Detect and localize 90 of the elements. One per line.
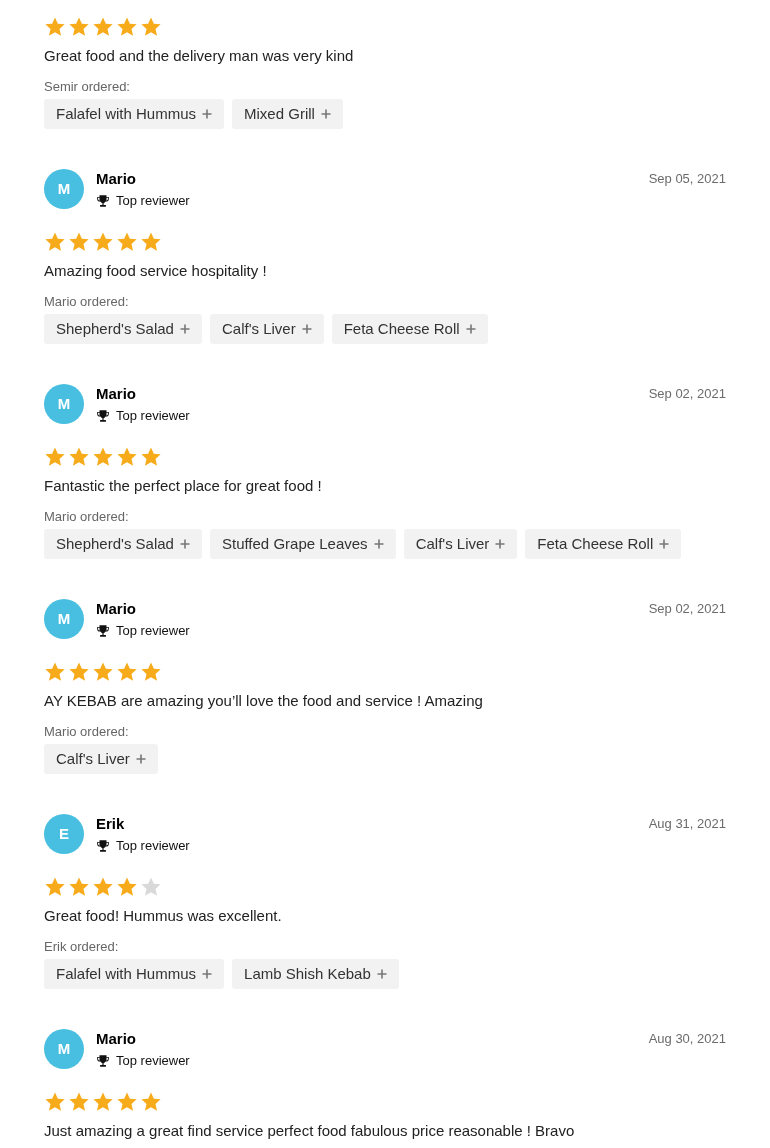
ordered-label: Mario ordered: [44,294,130,310]
plus-icon [301,324,312,334]
reviewer-name: Erik [96,814,126,834]
star-icon [68,16,90,38]
ordered-item-chip[interactable]: Calf's Liver [44,744,158,774]
ordered-item-chip[interactable]: Shepherd's Salad [44,529,202,559]
star-icon [44,16,66,38]
review-date: Aug 30, 2021 [648,1030,726,1048]
review-date: Sep 05, 2021 [648,170,726,188]
review-text: Amazing food service hospitality ! [44,261,268,281]
review-date: Aug 31, 2021 [648,815,726,833]
ordered-label: Mario ordered: [44,724,130,740]
star-icon [68,661,90,683]
star-icon [116,661,138,683]
plus-icon [659,539,670,549]
star-icon [68,446,90,468]
star-icon [44,446,66,468]
plus-icon [135,754,146,764]
ordered-item-chip[interactable]: Falafel with Hummus [44,959,225,989]
ordered-item-chip[interactable]: Calf's Liver [209,314,324,344]
star-icon [92,231,114,253]
star-icon [140,661,162,683]
reviewer-status-label: Top reviewer [116,1053,190,1069]
plus-icon [320,109,331,119]
plus-icon [495,539,506,549]
review-text: Fantastic the perfect place for great food ! [44,476,323,496]
trophy-icon [96,839,110,853]
plus-icon [202,969,213,979]
plus-icon [373,539,384,549]
star-icon [44,876,66,898]
reviewer-status-label: Top reviewer [116,193,190,209]
ordered-item-chip[interactable]: Calf's Liver [403,529,518,559]
star-icon [116,876,138,898]
star-icon [140,446,162,468]
star-icon [140,1091,162,1113]
ordered-item-chip[interactable]: Feta Cheese Roll [525,529,682,559]
plus-icon [179,539,190,549]
avatar: M [44,384,84,424]
trophy-icon [96,1054,110,1068]
reviewer-status-label: Top reviewer [116,408,190,424]
star-icon [92,876,114,898]
avatar: M [44,1029,84,1069]
star-icon [68,876,90,898]
star-icon [44,231,66,253]
plus-icon [179,324,190,334]
ordered-item-chip[interactable]: Lamb Shish Kebab [232,959,399,989]
ordered-label: Semir ordered: [44,79,131,95]
star-icon [140,876,162,898]
avatar: E [44,814,84,854]
review-text: Great food and the delivery man was very kind [44,46,355,66]
ordered-item-chip[interactable]: Falafel with Hummus [44,99,225,129]
star-icon [140,16,162,38]
trophy-icon [96,624,110,638]
reviewer-name: Mario [96,169,137,189]
ordered-item-chip[interactable]: Mixed Grill [232,99,343,129]
review-date: Sep 02, 2021 [648,385,726,403]
trophy-icon [96,194,110,208]
plus-icon [465,324,476,334]
star-icon [92,16,114,38]
plus-icon [202,109,213,119]
star-icon [116,16,138,38]
avatar: M [44,169,84,209]
reviewer-name: Mario [96,384,137,404]
star-icon [44,1091,66,1113]
review-date: Sep 02, 2021 [648,600,726,618]
reviewer-name: Mario [96,1029,137,1049]
ordered-label: Mario ordered: [44,509,130,525]
ordered-item-chip[interactable]: Shepherd's Salad [44,314,202,344]
reviewer-status-label: Top reviewer [116,623,190,639]
star-icon [92,661,114,683]
star-icon [44,661,66,683]
star-icon [92,1091,114,1113]
ordered-label: Erik ordered: [44,939,120,955]
trophy-icon [96,409,110,423]
ordered-item-chip[interactable]: Stuffed Grape Leaves [209,529,396,559]
reviewer-status-label: Top reviewer [116,838,190,854]
avatar: M [44,599,84,639]
star-icon [116,231,138,253]
star-icon [92,446,114,468]
review-text: AY KEBAB are amazing you’ll love the food and service ! Amazing [44,691,484,711]
star-icon [140,231,162,253]
review-text: Great food! Hummus was excellent. [44,906,283,926]
review-text: Just amazing a great find service perfect food fabulous price reasonable ! Bravo [44,1121,576,1141]
plus-icon [376,969,387,979]
ordered-item-chip[interactable]: Feta Cheese Roll [331,314,488,344]
star-icon [116,1091,138,1113]
reviewer-name: Mario [96,599,137,619]
star-icon [116,446,138,468]
star-icon [68,231,90,253]
star-icon [68,1091,90,1113]
